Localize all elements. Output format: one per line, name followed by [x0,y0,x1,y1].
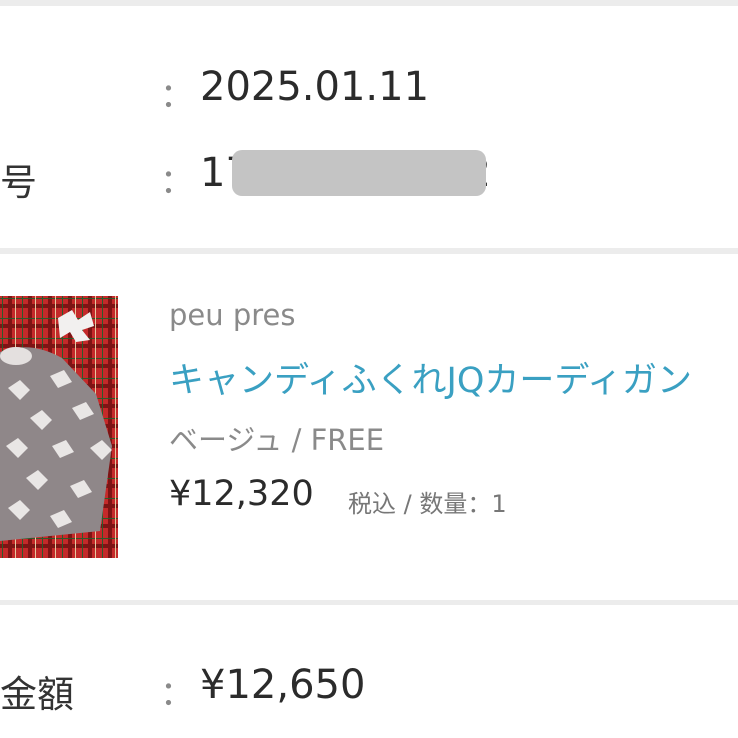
section-divider-1 [0,248,738,254]
qty-separator: / [403,490,412,518]
product-thumbnail[interactable] [0,296,118,558]
qty-label: 数量： [419,490,492,518]
product-price-meta: 税込 / 数量：1 [348,484,507,519]
qty-value: 1 [491,490,507,518]
tax-note: 税込 [348,490,396,518]
product-price: ¥12,320 [169,474,314,514]
order-number-redaction [232,150,486,196]
section-divider-2 [0,600,738,605]
order-number-label: 号 [0,161,37,204]
product-brand: peu pres [169,298,296,332]
total-colon: ： [160,674,194,714]
product-variant: ベージュ / FREE [169,423,385,457]
total-value: ¥12,650 [200,662,366,708]
order-date-colon: ： [160,76,194,116]
product-photo-icon [0,296,118,558]
total-label: 金額 [0,673,74,716]
top-divider [0,0,738,6]
order-number-colon: ： [160,162,194,202]
order-detail-page: ： 2025.01.11 号 ： 175 62 [0,0,738,738]
order-date-value: 2025.01.11 [200,64,430,110]
product-name-link[interactable]: キャンディふくれJQカーディガン [169,352,692,403]
